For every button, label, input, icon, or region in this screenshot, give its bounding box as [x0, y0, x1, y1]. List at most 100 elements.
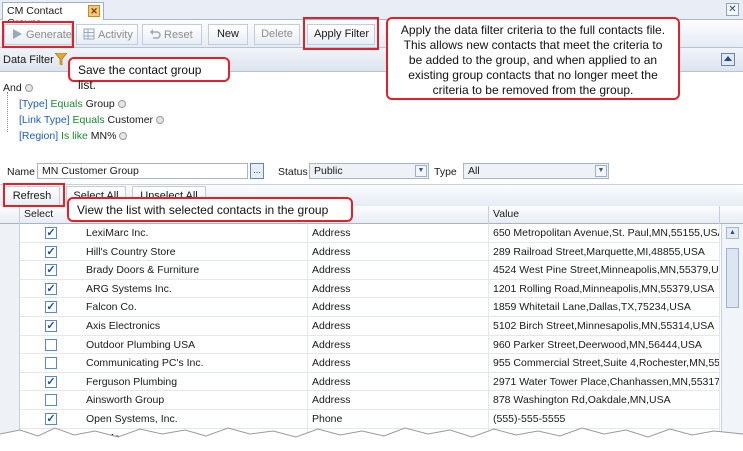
contact-groups-window: CM Contact Groups ✕ ✕ Generate Activity …	[0, 0, 743, 451]
scroll-thumb[interactable]	[726, 248, 739, 308]
table-row[interactable]: ✓ Brady Doors & Furniture Address 4524 West…	[0, 261, 720, 280]
row-indicator[interactable]	[0, 279, 20, 299]
contact-value-cell[interactable]: 1201 Rolling Road,Minneapolis,MN,55379,U…	[489, 279, 720, 299]
contact-name-cell[interactable]: Communicating PC's Inc.	[82, 354, 308, 373]
table-row[interactable]: ✓ Ferguson Plumbing Address 2971 Water Towe…	[0, 372, 720, 392]
grid-icon	[83, 28, 95, 40]
name-lookup-button[interactable]: ...	[250, 163, 264, 179]
column-header-value[interactable]: Value	[489, 206, 720, 224]
chevron-down-icon[interactable]: ▼	[415, 165, 427, 177]
window-close-icon[interactable]: ✕	[726, 3, 739, 16]
select-checkbox[interactable]	[45, 338, 57, 351]
contact-value-cell[interactable]: 878 Washington Rd,Oakdale,MN,USA	[489, 391, 720, 410]
contact-name-cell[interactable]: Ferguson Plumbing	[82, 372, 308, 392]
name-label: Name	[7, 166, 36, 178]
select-checkbox[interactable]: ✓	[45, 375, 57, 388]
contact-type-cell[interactable]: Address	[308, 372, 489, 392]
row-indicator[interactable]	[0, 298, 20, 317]
row-indicator[interactable]	[0, 354, 20, 373]
table-row[interactable]: ✓ Falcon Co. Address 1859 Whitetail Lane,Da…	[0, 298, 720, 317]
contact-type-cell[interactable]: Address	[308, 224, 489, 243]
select-checkbox[interactable]: ✓	[45, 227, 57, 239]
contact-value-cell[interactable]: 650 Metropolitan Avenue,St. Paul,MN,5515…	[489, 224, 720, 243]
select-checkbox[interactable]: ✓	[45, 282, 57, 295]
table-row[interactable]: Ainsworth Group Address 878 Washington Rd,…	[0, 391, 720, 410]
tab-cm-contact-groups[interactable]: CM Contact Groups ✕	[2, 2, 104, 29]
contact-type-cell[interactable]: Address	[308, 391, 489, 410]
row-indicator[interactable]	[0, 317, 20, 336]
select-checkbox[interactable]: ✓	[45, 301, 57, 314]
type-select[interactable]: All ▼	[463, 163, 609, 179]
delete-button[interactable]: Delete	[254, 24, 300, 45]
table-row[interactable]: Communicating PC's Inc. Address 955 Commer…	[0, 354, 720, 373]
select-checkbox[interactable]: ✓	[45, 245, 57, 258]
contact-type-cell[interactable]: Address	[308, 242, 489, 262]
torn-edge	[0, 427, 743, 451]
contact-value-cell[interactable]: 4524 West Pine Street,Minneapolis,MN,553…	[489, 261, 720, 280]
row-indicator[interactable]	[0, 335, 20, 355]
row-indicator[interactable]	[0, 224, 20, 243]
status-label: Status	[278, 166, 308, 178]
apply-filter-callout: Apply the data filter criteria to the fu…	[386, 17, 680, 100]
contact-name-cell[interactable]: Ainsworth Group	[82, 391, 308, 410]
contact-type-cell[interactable]: Address	[308, 261, 489, 280]
contact-name-cell[interactable]: Hill's Country Store	[82, 242, 308, 262]
contact-type-cell[interactable]: Address	[308, 317, 489, 336]
contact-name-cell[interactable]: Brady Doors & Furniture	[82, 261, 308, 280]
chevron-down-icon[interactable]: ▼	[595, 165, 607, 177]
table-row[interactable]: ✓ LexiMarc Inc. Address 650 Metropolitan Av…	[0, 224, 720, 243]
contact-value-cell[interactable]: 5102 Birch Street,Minnesapolis,MN,55314,…	[489, 317, 720, 336]
contact-type-cell[interactable]: Address	[308, 298, 489, 317]
select-checkbox[interactable]: ✓	[45, 320, 57, 332]
scroll-up-icon[interactable]: ▲	[726, 227, 739, 239]
tab-close-icon[interactable]: ✕	[88, 5, 100, 17]
table-row[interactable]: Outdoor Plumbing USA Address 960 Parker St…	[0, 335, 720, 355]
contact-type-cell[interactable]: Address	[308, 354, 489, 373]
contact-type-cell[interactable]: Address	[308, 279, 489, 299]
contact-name-cell[interactable]: Falcon Co.	[82, 298, 308, 317]
new-button[interactable]: New	[208, 24, 248, 45]
type-label: Type	[434, 166, 457, 178]
filter-condition[interactable]: [Link Type] Equals Customer	[3, 112, 165, 128]
contact-name-cell[interactable]: LexiMarc Inc.	[82, 224, 308, 243]
name-field[interactable]: MN Customer Group	[37, 163, 248, 179]
group-fields-row: Name MN Customer Group ... Status Public…	[0, 162, 743, 182]
contact-value-cell[interactable]: 289 Railroad Street,Marquette,MI,48855,U…	[489, 242, 720, 262]
contacts-grid: Select Value ✓ LexiMarc Inc. Address 650 Me…	[0, 206, 743, 451]
select-checkbox[interactable]	[45, 357, 57, 370]
remove-condition-icon[interactable]	[119, 132, 128, 140]
refresh-callout: View the list with selected contacts in …	[67, 197, 353, 222]
collapse-panel-icon[interactable]	[721, 53, 735, 66]
remove-condition-icon[interactable]	[117, 100, 126, 108]
filter-condition[interactable]: [Type] Equals Group	[3, 96, 164, 112]
activity-button[interactable]: Activity	[76, 24, 138, 45]
contact-value-cell[interactable]: 955 Commercial Street,Suite 4,Rochester,…	[489, 354, 720, 373]
row-indicator[interactable]	[0, 372, 20, 392]
apply-filter-highlight	[303, 17, 379, 50]
row-indicator[interactable]	[0, 261, 20, 280]
reset-button[interactable]: Reset	[142, 24, 202, 45]
undo-icon	[150, 29, 161, 39]
remove-condition-icon[interactable]	[24, 84, 33, 92]
vertical-scrollbar[interactable]: ▲	[721, 224, 743, 451]
table-row[interactable]: ✓ ARG Systems Inc. Address 1201 Rolling Roa…	[0, 279, 720, 299]
refresh-highlight	[3, 183, 65, 207]
save-callout: Save the contact group list.	[68, 57, 230, 92]
status-select[interactable]: Public ▼	[309, 163, 429, 179]
filter-condition[interactable]: [Region] Is like MN%	[3, 128, 164, 144]
remove-condition-icon[interactable]	[156, 116, 165, 124]
select-checkbox[interactable]: ✓	[45, 264, 57, 277]
contact-value-cell[interactable]: 960 Parker Street,Deerwood,MN,56444,USA	[489, 335, 720, 355]
contact-type-cell[interactable]: Address	[308, 335, 489, 355]
select-checkbox[interactable]	[45, 394, 57, 407]
row-indicator[interactable]	[0, 391, 20, 410]
table-row[interactable]: ✓ Axis Electronics Address 5102 Birch Stree…	[0, 317, 720, 336]
table-row[interactable]: ✓ Hill's Country Store Address 289 Railroad…	[0, 242, 720, 262]
contact-value-cell[interactable]: 1859 Whitetail Lane,Dallas,TX,75234,USA	[489, 298, 720, 317]
contact-name-cell[interactable]: Outdoor Plumbing USA	[82, 335, 308, 355]
funnel-icon[interactable]	[55, 53, 67, 65]
contact-name-cell[interactable]: Axis Electronics	[82, 317, 308, 336]
contact-value-cell[interactable]: 2971 Water Tower Place,Chanhassen,MN,553…	[489, 372, 720, 392]
contact-name-cell[interactable]: ARG Systems Inc.	[82, 279, 308, 299]
row-indicator[interactable]	[0, 242, 20, 262]
